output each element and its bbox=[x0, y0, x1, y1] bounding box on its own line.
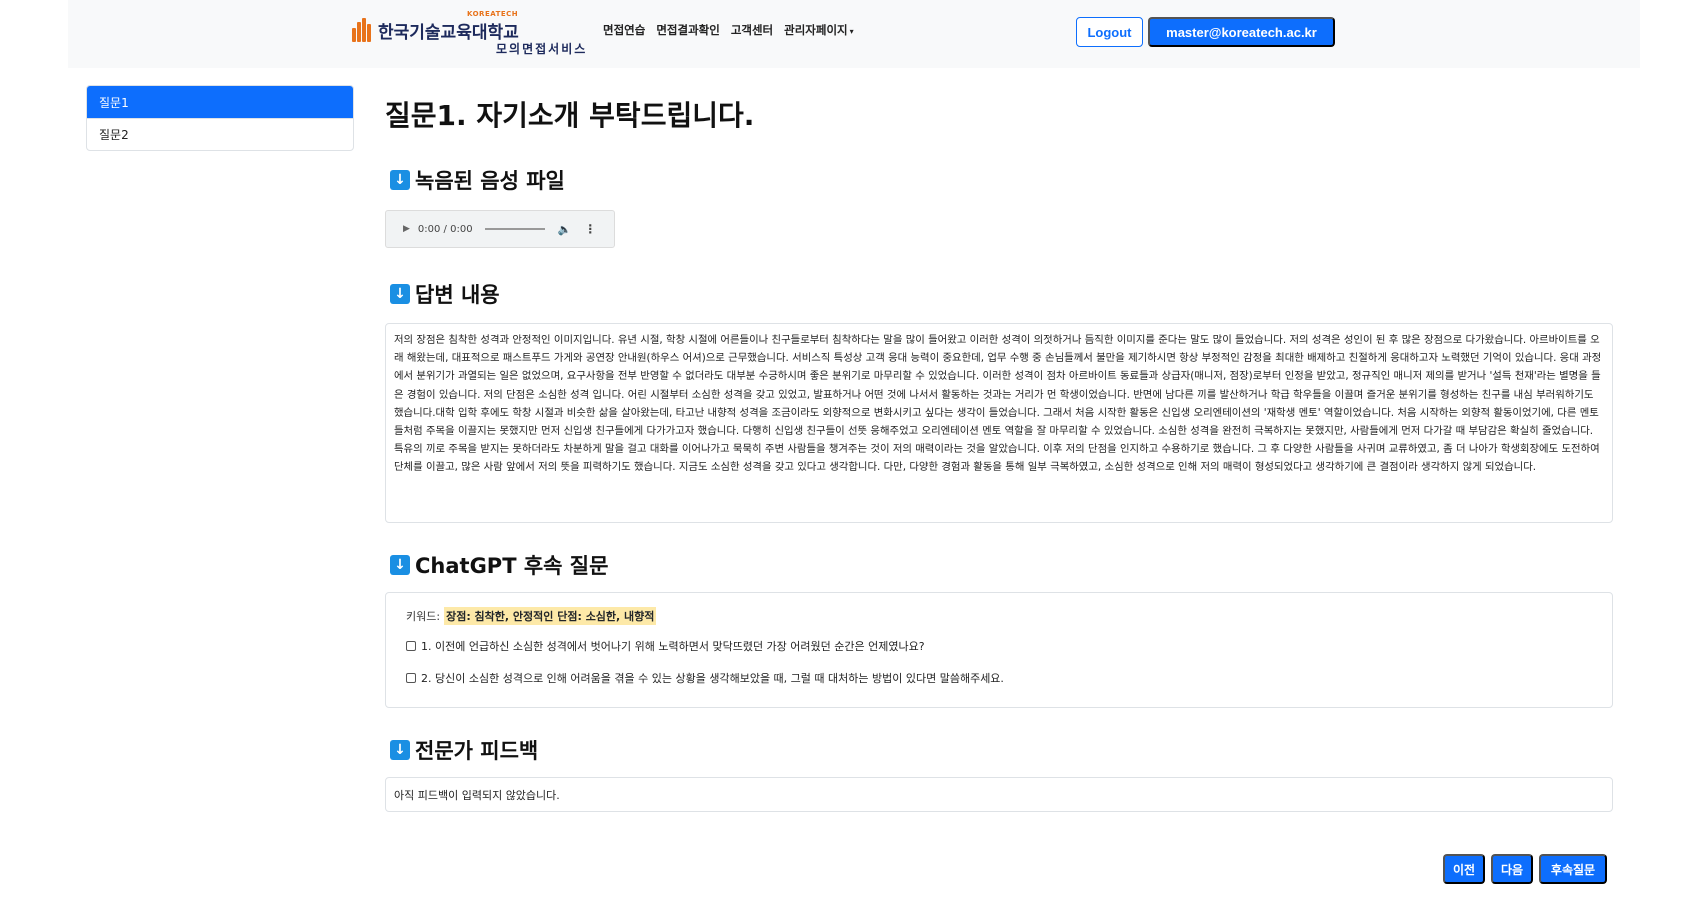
caret-down-icon: ▾ bbox=[849, 27, 854, 36]
download-arrow-icon: ↓ bbox=[390, 284, 410, 304]
keyword-value: 장점: 침착한, 안정적인 단점: 소심한, 내향적 bbox=[444, 607, 657, 625]
logo-service-name: 모의면접서비스 bbox=[496, 42, 588, 56]
next-button[interactable]: 다음 bbox=[1491, 854, 1533, 884]
logo-small-text: KOREATECH bbox=[467, 10, 519, 18]
nav-admin-dropdown[interactable]: 관리자페이지 ▾ bbox=[784, 22, 854, 38]
recording-heading-text: 녹음된 음성 파일 bbox=[415, 169, 565, 193]
question-checkbox[interactable] bbox=[406, 673, 416, 683]
audio-progress-slider[interactable] bbox=[484, 228, 545, 230]
feedback-heading-text: 전문가 피드백 bbox=[415, 739, 539, 763]
more-options-icon[interactable]: ⋮ bbox=[584, 222, 596, 236]
prev-button[interactable]: 이전 bbox=[1443, 854, 1485, 884]
audio-player[interactable]: ▶ 0:00 / 0:00 🔈 ⋮ bbox=[385, 210, 615, 248]
volume-icon[interactable]: 🔈 bbox=[558, 223, 572, 236]
user-account-button[interactable]: master@koreatech.ac.kr bbox=[1148, 17, 1335, 47]
sidebar-item-question1[interactable]: 질문1 bbox=[87, 86, 353, 118]
answer-heading: ↓ 답변 내용 bbox=[390, 279, 500, 309]
download-arrow-icon: ↓ bbox=[390, 740, 410, 760]
followup-question: 2. 당신이 소심한 성격으로 인해 어려움을 겪을 수 있는 상황을 생각해보… bbox=[406, 670, 1592, 686]
followup-heading-text: ChatGPT 후속 질문 bbox=[415, 554, 609, 578]
followup-question-button[interactable]: 후속질문 bbox=[1539, 854, 1607, 884]
followup-question: 1. 이전에 언급하신 소심한 성격에서 벗어나기 위해 노력하면서 맞닥뜨렸던… bbox=[406, 638, 1592, 654]
download-arrow-icon: ↓ bbox=[390, 170, 410, 190]
audio-time: 0:00 / 0:00 bbox=[417, 223, 473, 235]
nav-menu: 면접연습 면접결과확인 고객센터 관리자페이지 ▾ bbox=[603, 22, 854, 38]
keyword-line: 키워드: 장점: 침착한, 안정적인 단점: 소심한, 내향적 bbox=[406, 607, 1592, 625]
answer-text: 저의 장점은 침착한 성격과 안정적인 이미지입니다. 유년 시절, 학창 시절… bbox=[385, 323, 1613, 523]
sidebar-item-question2[interactable]: 질문2 bbox=[87, 118, 353, 150]
download-arrow-icon: ↓ bbox=[390, 555, 410, 575]
site-logo[interactable]: KOREATECH 한국기술교육대학교 모의면접서비스 bbox=[352, 8, 592, 58]
page-title: 질문1. 자기소개 부탁드립니다. bbox=[385, 99, 755, 132]
logo-mark-icon bbox=[352, 18, 372, 42]
top-navbar: KOREATECH 한국기술교육대학교 모의면접서비스 면접연습 면접결과확인 … bbox=[68, 0, 1640, 68]
question-sidebar: 질문1 질문2 bbox=[86, 85, 354, 151]
followup-question-text: 1. 이전에 언급하신 소심한 성격에서 벗어나기 위해 노력하면서 맞닥뜨렸던… bbox=[421, 640, 925, 653]
followup-question-text: 2. 당신이 소심한 성격으로 인해 어려움을 겪을 수 있는 상황을 생각해보… bbox=[421, 672, 1004, 685]
followup-heading: ↓ ChatGPT 후속 질문 bbox=[390, 550, 608, 580]
nav-support[interactable]: 고객센터 bbox=[731, 22, 773, 38]
recording-heading: ↓ 녹음된 음성 파일 bbox=[390, 165, 565, 195]
nav-practice[interactable]: 면접연습 bbox=[603, 22, 645, 38]
nav-admin-label: 관리자페이지 bbox=[784, 23, 848, 37]
footer-button-group: 이전 다음 후속질문 bbox=[1443, 854, 1607, 884]
keyword-label: 키워드: bbox=[406, 610, 441, 623]
feedback-heading: ↓ 전문가 피드백 bbox=[390, 735, 538, 765]
logout-button[interactable]: Logout bbox=[1076, 17, 1143, 47]
followup-panel: 키워드: 장점: 침착한, 안정적인 단점: 소심한, 내향적 1. 이전에 언… bbox=[385, 592, 1613, 708]
answer-heading-text: 답변 내용 bbox=[415, 283, 500, 307]
nav-results[interactable]: 면접결과확인 bbox=[656, 22, 719, 38]
question-checkbox[interactable] bbox=[406, 641, 416, 651]
feedback-text: 아직 피드백이 입력되지 않았습니다. bbox=[385, 777, 1613, 812]
play-icon[interactable]: ▶ bbox=[403, 224, 410, 234]
